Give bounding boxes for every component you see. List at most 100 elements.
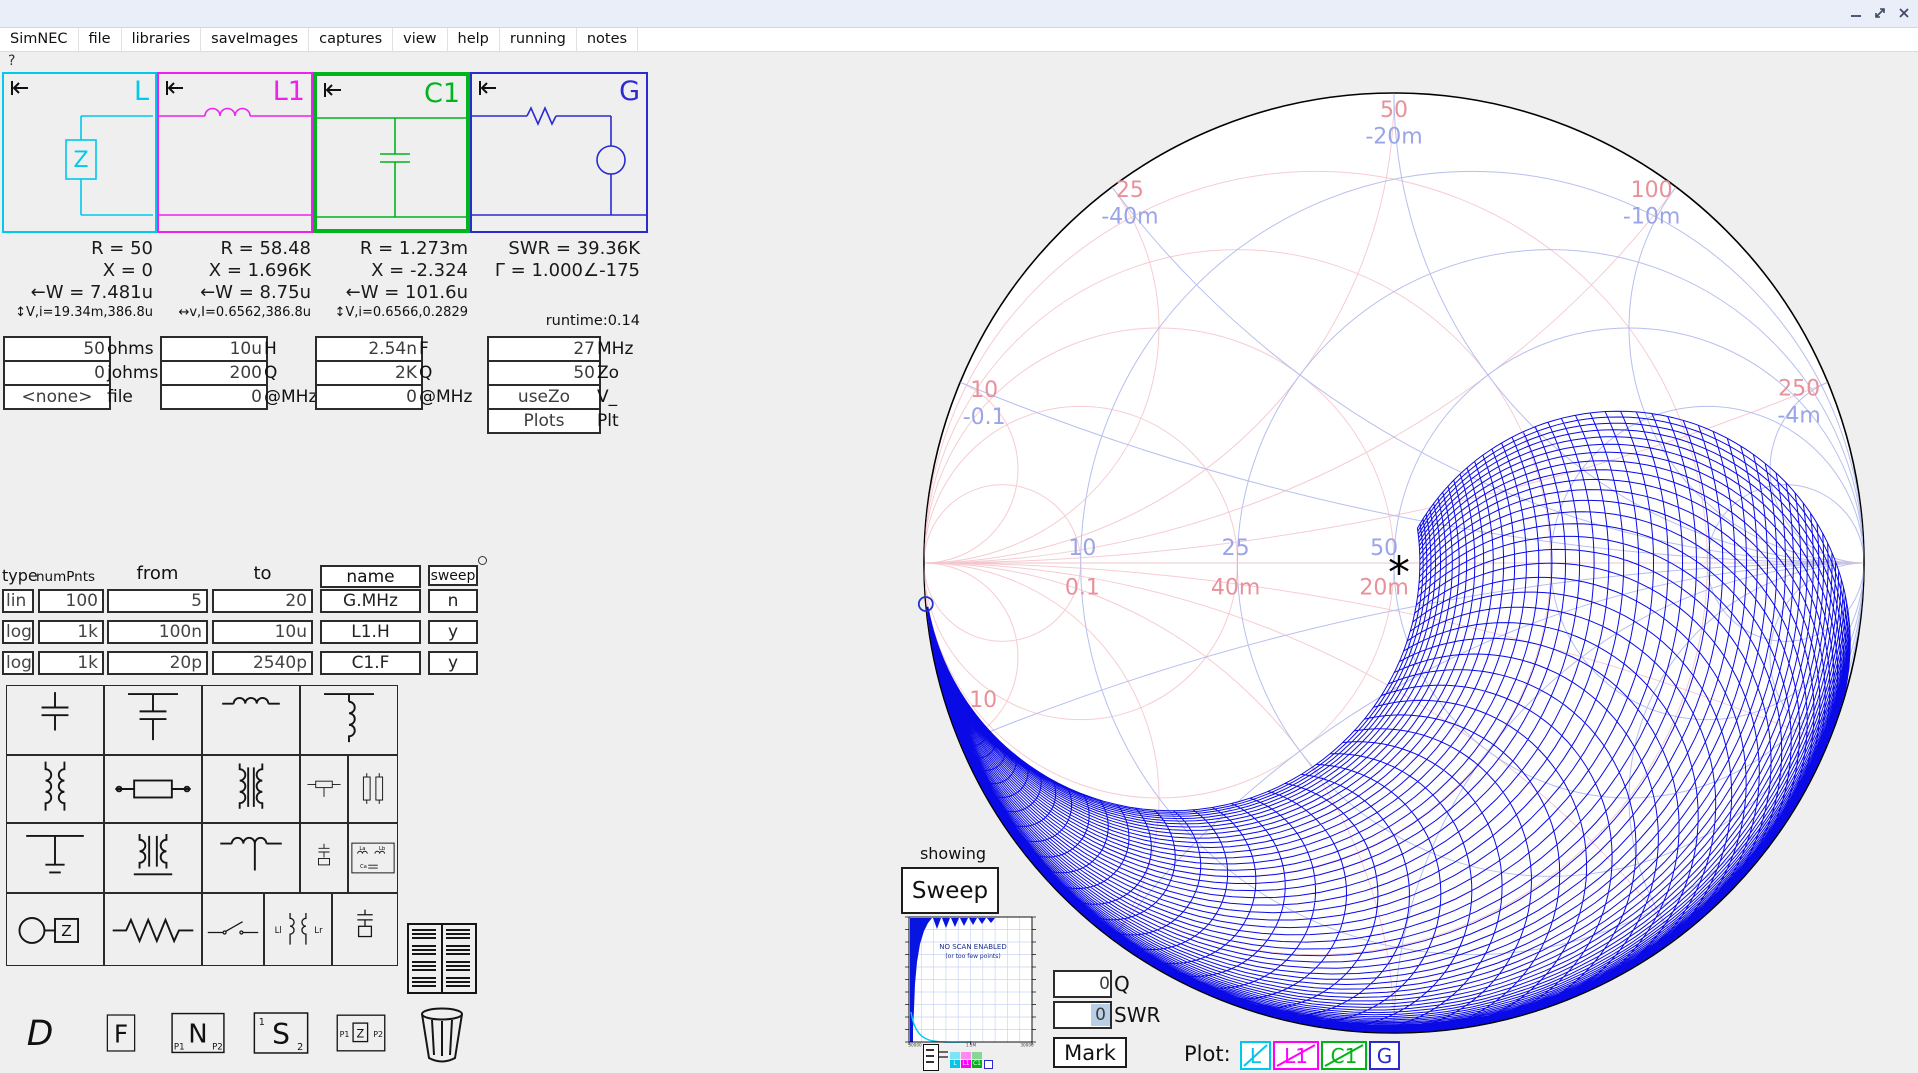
smith-chart-svg: 50-20m25-40m100-10m10-0.1250-4m10100.125…	[914, 83, 1874, 1043]
block-G[interactable]: G	[470, 72, 648, 233]
menu-item-help[interactable]: help	[448, 28, 500, 51]
menu-item-simnec[interactable]: SimNEC	[0, 28, 79, 51]
menu-item-captures[interactable]: captures	[309, 28, 393, 51]
sweep-row-1-numpnts[interactable]: 1k	[38, 620, 104, 644]
palette-item-stub-open[interactable]	[6, 823, 104, 893]
block-C1-field-Q[interactable]: 2K	[315, 360, 423, 386]
sweep-row-1-sweep[interactable]: y	[428, 620, 478, 644]
coil-pair-icon	[7, 756, 103, 822]
cap-stub-icon	[333, 894, 397, 965]
sweep-row-0-name[interactable]: G.MHz	[320, 589, 421, 613]
menu-item-libraries[interactable]: libraries	[122, 28, 202, 51]
sweep-row-0-sweep[interactable]: n	[428, 589, 478, 613]
palette-item-f-box[interactable]: F	[90, 1003, 152, 1063]
mini-plot[interactable]: NO SCAN ENABLED(or too few points)300001…	[901, 914, 1053, 1051]
sweep-row-2-sweep[interactable]: y	[428, 651, 478, 675]
block-L1-field-Q[interactable]: 200	[160, 360, 268, 386]
menu-item-running[interactable]: running	[500, 28, 577, 51]
palette-item-cap-series[interactable]	[6, 685, 104, 755]
palette-item-cap-line[interactable]	[300, 823, 348, 893]
palette-item-switch[interactable]	[202, 893, 264, 966]
palette-item-cap-shunt[interactable]	[104, 685, 202, 755]
block-C1-field-F[interactable]: 2.54n	[315, 336, 423, 362]
palette-item-resistor[interactable]	[104, 893, 202, 966]
block-C1[interactable]: C1	[313, 72, 470, 233]
block-C1-readout-2: ←W = 101.6u	[218, 282, 468, 303]
sweep-header-sweep: sweep	[428, 565, 478, 586]
palette-item-diode-d[interactable]: D	[8, 1003, 72, 1063]
tline-stub-icon	[301, 756, 347, 822]
palette-item-xformer[interactable]	[104, 823, 202, 893]
plot-toggle-l1[interactable]: L1	[1273, 1041, 1319, 1070]
block-L1-field-H[interactable]: 10u	[160, 336, 268, 362]
block-L[interactable]: ZL	[2, 72, 157, 233]
block-L1-unit-2: @MHz	[264, 387, 317, 407]
legend-layers-icon[interactable]	[923, 1044, 939, 1071]
sweep-row-2-name[interactable]: C1.F	[320, 651, 421, 675]
block-L1-unit-1: Q	[264, 363, 277, 383]
sweep-row-2-numpnts[interactable]: 1k	[38, 651, 104, 675]
block-C1-field-MHz[interactable]: 0	[315, 384, 423, 410]
palette-item-trash[interactable]	[416, 1006, 468, 1066]
palette-item-tline-stub[interactable]	[300, 755, 348, 823]
sweep-row-0-numpnts[interactable]: 100	[38, 589, 104, 613]
sweep-row-0-from[interactable]: 5	[107, 589, 208, 613]
n-port-icon: P1NP2	[162, 1003, 234, 1063]
mark-button[interactable]: Mark	[1053, 1037, 1127, 1068]
palette-item-l-pair[interactable]: LlLr	[264, 893, 332, 966]
port-arrow-icon	[323, 81, 345, 99]
sweep-row-2-to[interactable]: 2540p	[212, 651, 313, 675]
plot-toggle-l[interactable]: L	[1240, 1041, 1271, 1070]
palette-item-source-z[interactable]: Z	[6, 893, 104, 966]
block-L-field-file[interactable]: <none>	[3, 384, 111, 410]
menu-item-file[interactable]: file	[79, 28, 122, 51]
menu-item-notes[interactable]: notes	[577, 28, 638, 51]
palette-item-z-port[interactable]: P1ZP2	[328, 1003, 394, 1063]
block-L-field-johms[interactable]: 0	[3, 360, 111, 386]
palette-item-twin-lines[interactable]	[348, 755, 398, 823]
sweep-row-2-from[interactable]: 20p	[107, 651, 208, 675]
plot-toggle-g[interactable]: G	[1369, 1041, 1400, 1070]
palette-item-tline[interactable]	[104, 755, 202, 823]
q-input[interactable]: 0	[1053, 970, 1112, 998]
block-G-field-V[interactable]: useZo	[487, 384, 601, 410]
palette-item-ind-series[interactable]	[202, 685, 300, 755]
block-L1-field-MHz[interactable]: 0	[160, 384, 268, 410]
palette-item-n-port[interactable]: P1NP2	[162, 1003, 234, 1063]
plot-toggle-c1[interactable]: C1	[1321, 1041, 1367, 1070]
block-G-field-Zo[interactable]: 50	[487, 360, 601, 386]
smith-axis-label-r-1: 25	[1222, 536, 1250, 561]
palette-item-cap-stub[interactable]	[332, 893, 398, 966]
palette-item-list-box[interactable]	[407, 923, 477, 994]
palette-item-coil-pair-core[interactable]	[202, 755, 300, 823]
palette-item-mutual[interactable]: LaLbCa	[348, 823, 398, 893]
sweep-row-1-type[interactable]: log	[2, 620, 34, 644]
block-G-field-MHz[interactable]: 27	[487, 336, 601, 362]
close-button[interactable]	[1894, 4, 1914, 22]
sweep-row-1-to[interactable]: 10u	[212, 620, 313, 644]
smith-chart[interactable]: 50-20m25-40m100-10m10-0.1250-4m10100.125…	[914, 83, 1874, 1043]
sweep-row-0-type[interactable]: lin	[2, 589, 34, 613]
swr-input[interactable]: 0	[1053, 1001, 1112, 1029]
sweep-row-0-to[interactable]: 20	[212, 589, 313, 613]
help-hint[interactable]: ?	[8, 53, 15, 69]
block-L1[interactable]: L1	[157, 72, 313, 233]
sweep-button[interactable]: Sweep	[901, 867, 999, 914]
palette-item-s-box[interactable]: 1S2	[244, 1003, 318, 1063]
menu-item-saveimages[interactable]: saveImages	[201, 28, 309, 51]
menu-item-view[interactable]: view	[393, 28, 447, 51]
svg-text:S: S	[272, 1018, 290, 1051]
maximize-button[interactable]	[1870, 4, 1890, 22]
smith-axis-label-g-1: 40m	[1211, 575, 1260, 600]
svg-text:1: 1	[259, 1017, 265, 1028]
block-L-field-ohms[interactable]: 50	[3, 336, 111, 362]
minimize-button[interactable]	[1846, 4, 1866, 22]
sweep-row-1-from[interactable]: 100n	[107, 620, 208, 644]
palette-item-coil-tap[interactable]	[202, 823, 300, 893]
sweep-row-2-type[interactable]: log	[2, 651, 34, 675]
sweep-row-1-name[interactable]: L1.H	[320, 620, 421, 644]
palette-item-ind-shunt[interactable]	[300, 685, 398, 755]
palette-item-coil-pair[interactable]	[6, 755, 104, 823]
svg-text:Z: Z	[61, 922, 72, 940]
block-G-field-Plt[interactable]: Plots	[487, 408, 601, 434]
